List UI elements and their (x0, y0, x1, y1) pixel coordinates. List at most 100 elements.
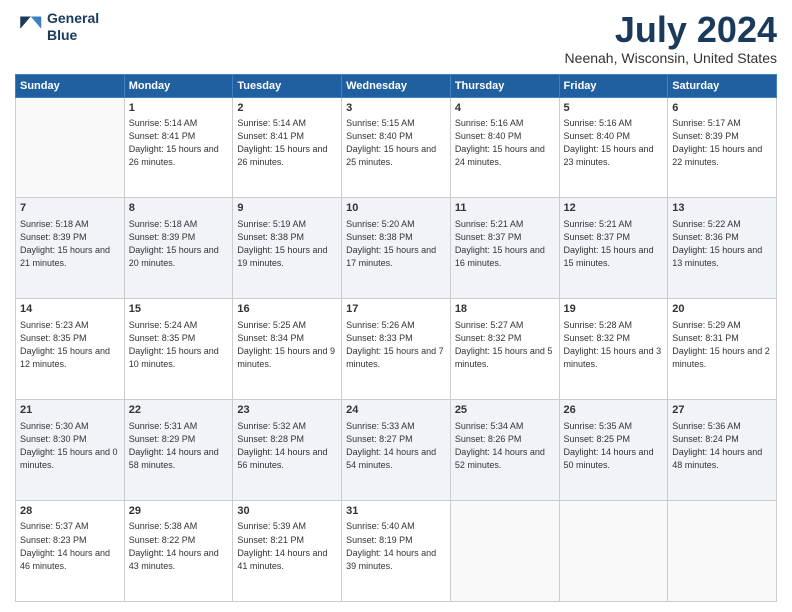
day-info: Sunrise: 5:20 AM Sunset: 8:38 PM Dayligh… (346, 218, 446, 270)
calendar-day-cell: 6Sunrise: 5:17 AM Sunset: 8:39 PM Daylig… (668, 97, 777, 198)
calendar-day-cell: 3Sunrise: 5:15 AM Sunset: 8:40 PM Daylig… (342, 97, 451, 198)
calendar-day-cell: 16 Sunrise: 5:25 AM Sunset: 8:34 PM Dayli… (233, 299, 342, 400)
day-info: Sunrise: 5:17 AM Sunset: 8:39 PM Dayligh… (672, 117, 772, 169)
calendar-day-cell: 12 Sunrise: 5:21 AM Sunset: 8:37 PM Dayli… (559, 198, 668, 299)
calendar-day-cell: 4Sunrise: 5:16 AM Sunset: 8:40 PM Daylig… (450, 97, 559, 198)
day-info: Sunrise: 5:14 AM Sunset: 8:41 PM Dayligh… (129, 117, 229, 169)
col-wednesday: Wednesday (342, 74, 451, 97)
calendar-day-cell: 22Sunrise: 5:31 AM Sunset: 8:29 PM Dayli… (124, 400, 233, 501)
calendar-header-row: Sunday Monday Tuesday Wednesday Thursday… (16, 74, 777, 97)
day-number: 11 (455, 201, 555, 216)
day-info: Sunrise: 5:16 AM Sunset: 8:40 PM Dayligh… (564, 117, 664, 169)
col-tuesday: Tuesday (233, 74, 342, 97)
day-info: Sunrise: 5:27 AM Sunset: 8:32 PM Dayligh… (455, 319, 555, 371)
day-info: Sunrise: 5:18 AM Sunset: 8:39 PM Dayligh… (129, 218, 229, 270)
calendar-day-cell: 26Sunrise: 5:35 AM Sunset: 8:25 PM Dayli… (559, 400, 668, 501)
day-info: Sunrise: 5:24 AM Sunset: 8:35 PM Dayligh… (129, 319, 229, 371)
day-number: 8 (129, 201, 229, 216)
col-saturday: Saturday (668, 74, 777, 97)
day-info: Sunrise: 5:25 AM Sunset: 8:34 PM Dayligh… (237, 319, 337, 371)
title-block: July 2024 Neenah, Wisconsin, United Stat… (565, 10, 777, 66)
calendar-day-cell (559, 501, 668, 602)
day-info: Sunrise: 5:37 AM Sunset: 8:23 PM Dayligh… (20, 520, 120, 572)
day-number: 7 (20, 201, 120, 216)
day-number: 27 (672, 403, 772, 418)
calendar-day-cell: 13 Sunrise: 5:22 AM Sunset: 8:36 PM Dayli… (668, 198, 777, 299)
day-number: 30 (237, 504, 337, 519)
day-number: 5 (564, 101, 664, 116)
day-info: Sunrise: 5:29 AM Sunset: 8:31 PM Dayligh… (672, 319, 772, 371)
day-number: 29 (129, 504, 229, 519)
day-info: Sunrise: 5:30 AM Sunset: 8:30 PM Dayligh… (20, 420, 120, 472)
calendar-week-row: 14 Sunrise: 5:23 AM Sunset: 8:35 PM Dayli… (16, 299, 777, 400)
day-info: Sunrise: 5:34 AM Sunset: 8:26 PM Dayligh… (455, 420, 555, 472)
calendar-day-cell: 18 Sunrise: 5:27 AM Sunset: 8:32 PM Dayli… (450, 299, 559, 400)
calendar-day-cell (668, 501, 777, 602)
day-number: 18 (455, 302, 555, 317)
day-number: 14 (20, 302, 120, 317)
calendar-day-cell: 24 Sunrise: 5:33 AM Sunset: 8:27 PM Dayli… (342, 400, 451, 501)
calendar-day-cell: 20Sunrise: 5:29 AM Sunset: 8:31 PM Dayli… (668, 299, 777, 400)
logo: General Blue (15, 10, 99, 44)
day-number: 19 (564, 302, 664, 317)
calendar-day-cell: 14 Sunrise: 5:23 AM Sunset: 8:35 PM Dayli… (16, 299, 125, 400)
day-info: Sunrise: 5:39 AM Sunset: 8:21 PM Dayligh… (237, 520, 337, 572)
calendar-week-row: 28Sunrise: 5:37 AM Sunset: 8:23 PM Dayli… (16, 501, 777, 602)
day-number: 9 (237, 201, 337, 216)
day-info: Sunrise: 5:36 AM Sunset: 8:24 PM Dayligh… (672, 420, 772, 472)
day-number: 12 (564, 201, 664, 216)
day-number: 24 (346, 403, 446, 418)
calendar-day-cell: 30Sunrise: 5:39 AM Sunset: 8:21 PM Dayli… (233, 501, 342, 602)
location: Neenah, Wisconsin, United States (565, 50, 777, 66)
calendar-week-row: 21Sunrise: 5:30 AM Sunset: 8:30 PM Dayli… (16, 400, 777, 501)
calendar-day-cell: 15 Sunrise: 5:24 AM Sunset: 8:35 PM Dayli… (124, 299, 233, 400)
calendar-day-cell: 5Sunrise: 5:16 AM Sunset: 8:40 PM Daylig… (559, 97, 668, 198)
day-number: 26 (564, 403, 664, 418)
day-info: Sunrise: 5:21 AM Sunset: 8:37 PM Dayligh… (564, 218, 664, 270)
logo-text: General Blue (47, 10, 99, 44)
logo-line2: Blue (47, 27, 99, 44)
calendar-day-cell: 29Sunrise: 5:38 AM Sunset: 8:22 PM Dayli… (124, 501, 233, 602)
day-number: 6 (672, 101, 772, 116)
day-info: Sunrise: 5:15 AM Sunset: 8:40 PM Dayligh… (346, 117, 446, 169)
day-info: Sunrise: 5:32 AM Sunset: 8:28 PM Dayligh… (237, 420, 337, 472)
calendar-day-cell: 2Sunrise: 5:14 AM Sunset: 8:41 PM Daylig… (233, 97, 342, 198)
col-thursday: Thursday (450, 74, 559, 97)
calendar-day-cell: 9Sunrise: 5:19 AM Sunset: 8:38 PM Daylig… (233, 198, 342, 299)
day-info: Sunrise: 5:26 AM Sunset: 8:33 PM Dayligh… (346, 319, 446, 371)
calendar-day-cell: 10Sunrise: 5:20 AM Sunset: 8:38 PM Dayli… (342, 198, 451, 299)
day-info: Sunrise: 5:21 AM Sunset: 8:37 PM Dayligh… (455, 218, 555, 270)
day-info: Sunrise: 5:40 AM Sunset: 8:19 PM Dayligh… (346, 520, 446, 572)
day-info: Sunrise: 5:28 AM Sunset: 8:32 PM Dayligh… (564, 319, 664, 371)
day-number: 2 (237, 101, 337, 116)
calendar-day-cell: 23 Sunrise: 5:32 AM Sunset: 8:28 PM Dayli… (233, 400, 342, 501)
calendar-week-row: 7 Sunrise: 5:18 AM Sunset: 8:39 PM Daylig… (16, 198, 777, 299)
calendar-day-cell: 31Sunrise: 5:40 AM Sunset: 8:19 PM Dayli… (342, 501, 451, 602)
page-header: General Blue July 2024 Neenah, Wisconsin… (15, 10, 777, 66)
day-number: 16 (237, 302, 337, 317)
calendar-day-cell: 28Sunrise: 5:37 AM Sunset: 8:23 PM Dayli… (16, 501, 125, 602)
day-info: Sunrise: 5:31 AM Sunset: 8:29 PM Dayligh… (129, 420, 229, 472)
calendar-day-cell: 8 Sunrise: 5:18 AM Sunset: 8:39 PM Daylig… (124, 198, 233, 299)
calendar-day-cell: 27 Sunrise: 5:36 AM Sunset: 8:24 PM Dayli… (668, 400, 777, 501)
day-number: 23 (237, 403, 337, 418)
day-info: Sunrise: 5:22 AM Sunset: 8:36 PM Dayligh… (672, 218, 772, 270)
calendar-table: Sunday Monday Tuesday Wednesday Thursday… (15, 74, 777, 602)
calendar-week-row: 1Sunrise: 5:14 AM Sunset: 8:41 PM Daylig… (16, 97, 777, 198)
day-number: 13 (672, 201, 772, 216)
col-monday: Monday (124, 74, 233, 97)
day-info: Sunrise: 5:33 AM Sunset: 8:27 PM Dayligh… (346, 420, 446, 472)
col-friday: Friday (559, 74, 668, 97)
day-number: 28 (20, 504, 120, 519)
day-info: Sunrise: 5:38 AM Sunset: 8:22 PM Dayligh… (129, 520, 229, 572)
day-info: Sunrise: 5:23 AM Sunset: 8:35 PM Dayligh… (20, 319, 120, 371)
page-container: General Blue July 2024 Neenah, Wisconsin… (0, 0, 792, 612)
day-info: Sunrise: 5:18 AM Sunset: 8:39 PM Dayligh… (20, 218, 120, 270)
col-sunday: Sunday (16, 74, 125, 97)
calendar-day-cell: 17Sunrise: 5:26 AM Sunset: 8:33 PM Dayli… (342, 299, 451, 400)
day-number: 15 (129, 302, 229, 317)
calendar-day-cell: 11 Sunrise: 5:21 AM Sunset: 8:37 PM Dayli… (450, 198, 559, 299)
day-number: 1 (129, 101, 229, 116)
day-info: Sunrise: 5:16 AM Sunset: 8:40 PM Dayligh… (455, 117, 555, 169)
calendar-day-cell (16, 97, 125, 198)
